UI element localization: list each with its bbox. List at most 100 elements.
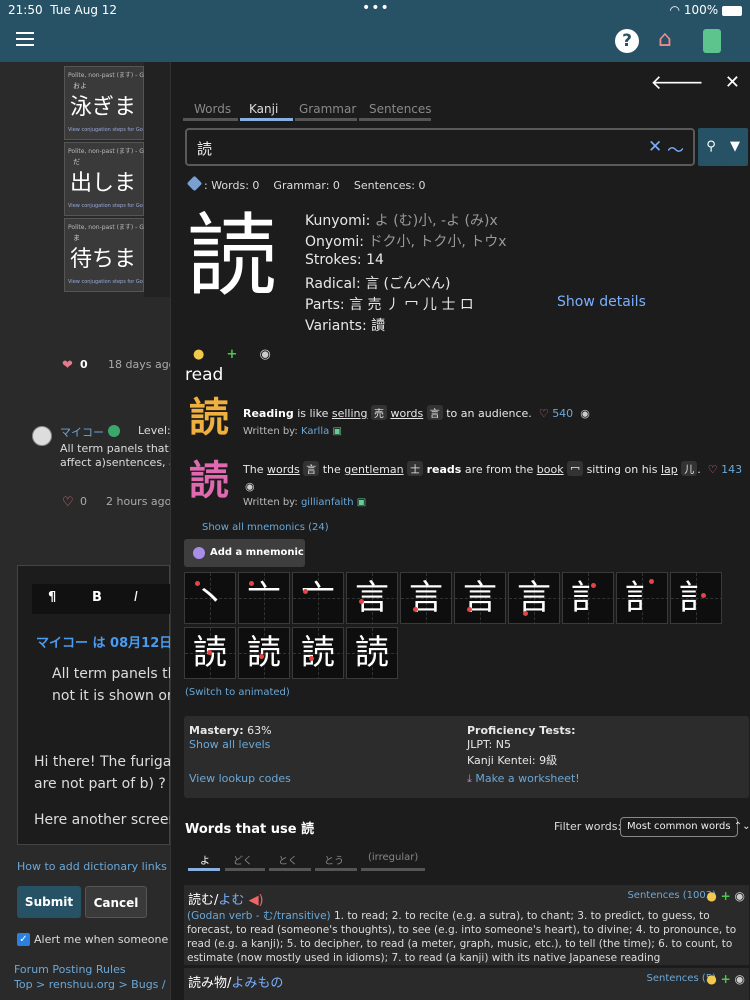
bold-icon[interactable]: B: [92, 590, 102, 605]
home-icon[interactable]: ⌂: [658, 29, 682, 53]
tab-grammar[interactable]: Grammar: [299, 102, 356, 116]
handwriting-icon[interactable]: 〜: [667, 136, 684, 161]
stroke-step: 丶: [184, 572, 236, 624]
editor-text: are not part of b) ?: [34, 776, 166, 792]
eye-icon[interactable]: ◉: [260, 347, 271, 362]
rules-link[interactable]: Forum Posting Rules: [14, 963, 126, 976]
editor-text: All term panels tha: [52, 666, 186, 682]
breadcrumb[interactable]: Top > renshuu.org > Bugs / Pro: [14, 978, 187, 991]
conjugation-thumb: Polite, non-past (ます) - Go およ 泳ぎま View c…: [64, 66, 144, 140]
show-details-link[interactable]: Show details: [557, 294, 646, 310]
search-icon: ⚲: [706, 139, 716, 154]
multitask-dots[interactable]: •••: [362, 0, 390, 16]
paragraph-icon[interactable]: ¶: [48, 590, 56, 605]
comment-text: affect a)sentences, an: [60, 456, 183, 469]
mnemonic-author: Written by: gillianfaith ▣: [243, 497, 367, 508]
stroke-step: 亠: [292, 572, 344, 624]
tab-underline: [183, 118, 238, 121]
avatar[interactable]: [32, 426, 52, 446]
entry-sentences-link[interactable]: Sentences (1003): [627, 890, 716, 901]
mastery-line: Mastery: 63%: [189, 724, 272, 737]
menu-icon[interactable]: [16, 32, 34, 46]
conjugation-thumb: Polite, non-past (ます) - Go だ 出しま View co…: [64, 142, 144, 216]
help-icon[interactable]: ?: [615, 29, 639, 53]
mnemonic-kanji: 読: [189, 458, 229, 504]
back-arrow-icon[interactable]: 🡐: [650, 70, 704, 94]
eye-icon[interactable]: ◉: [245, 480, 255, 493]
stroke-step: 言: [508, 572, 560, 624]
notebook-icon[interactable]: [703, 29, 721, 53]
search-input[interactable]: 読 ✕ 〜: [185, 128, 695, 166]
add-icon[interactable]: +: [226, 347, 237, 362]
close-icon[interactable]: ✕: [725, 72, 740, 93]
stroke-step: 言: [454, 572, 506, 624]
comment-text: All term panels that s: [60, 442, 179, 455]
entry-word: 読む/よむ ◀): [188, 893, 264, 908]
stroke-step: 読: [292, 627, 344, 679]
tab-underline: [269, 868, 311, 871]
entry-word: 読み物/よみもの: [188, 976, 284, 991]
jlpt-level: JLPT: N5: [467, 738, 511, 751]
reading-tab[interactable]: よ: [200, 852, 210, 867]
show-all-mnemonics-link[interactable]: Show all mnemonics (24): [202, 522, 329, 533]
tab-kanji[interactable]: Kanji: [249, 102, 278, 116]
words-section-title: Words that use 読: [185, 822, 315, 837]
worksheet-link[interactable]: ⤓ Make a worksheet!: [467, 772, 580, 786]
lightbulb-icon[interactable]: ●: [193, 347, 204, 362]
stroke-step: 読: [346, 627, 398, 679]
heart-icon[interactable]: ♡: [708, 463, 718, 476]
like-heart-icon[interactable]: ♡: [62, 495, 76, 510]
like-heart-icon[interactable]: ❤: [62, 358, 76, 373]
show-all-levels-link[interactable]: Show all levels: [189, 738, 270, 751]
search-button[interactable]: ⚲: [698, 128, 724, 166]
reading-tab[interactable]: (irregular): [368, 852, 418, 863]
how-to-link[interactable]: How to add dictionary links: [17, 860, 167, 873]
clear-icon[interactable]: ✕: [648, 137, 662, 157]
word-entry[interactable]: 読む/よむ ◀) Sentences (1003) ● + ◉ (Godan v…: [184, 885, 749, 965]
add-icon[interactable]: +: [721, 889, 731, 903]
tab-underline: [295, 118, 357, 121]
submit-button[interactable]: Submit: [17, 886, 81, 918]
eye-icon[interactable]: ◉: [735, 972, 745, 986]
reading-tab[interactable]: とう: [324, 852, 344, 867]
post-age: 18 days ago: [108, 358, 176, 371]
dictionary-panel: 🡐 ✕ Words Kanji Grammar Sentences 読 ✕ 〜 …: [170, 62, 750, 1000]
filter-select[interactable]: Most common words ⌃⌄: [620, 817, 750, 837]
speaker-icon[interactable]: ◀): [249, 893, 264, 908]
stroke-step: 亠: [238, 572, 290, 624]
mnemonic-text: The words 言 the gentleman 士 reads are fr…: [243, 461, 743, 476]
direction-icon: [186, 175, 203, 192]
tab-underline: [361, 868, 425, 871]
italic-icon[interactable]: I: [134, 590, 138, 605]
tab-words[interactable]: Words: [194, 102, 231, 116]
lightbulb-icon[interactable]: ●: [706, 972, 716, 986]
word-entry[interactable]: 読み物/よみもの Sentences (5) ● + ◉: [184, 968, 749, 1000]
commenter-name[interactable]: マイコー: [60, 424, 104, 440]
post-age: 2 hours ago: [106, 495, 172, 508]
reading-tab[interactable]: とく: [278, 852, 298, 867]
eye-icon[interactable]: ◉: [580, 407, 590, 420]
stroke-step: 訁: [670, 572, 722, 624]
stroke-step: 訁: [562, 572, 614, 624]
lightbulb-icon[interactable]: ●: [706, 889, 716, 903]
mastery-box: Mastery: 63% Show all levels View lookup…: [184, 716, 749, 798]
add-mnemonic-button[interactable]: Add a mnemonic: [184, 539, 305, 567]
filter-button[interactable]: ▼: [722, 128, 748, 166]
strokes-line: Strokes: 14: [305, 252, 384, 268]
switch-animated-link[interactable]: (Switch to animated): [185, 687, 290, 698]
reading-tab[interactable]: どく: [233, 852, 253, 867]
heart-icon[interactable]: ♡: [539, 407, 549, 420]
alert-checkbox[interactable]: ✓: [17, 933, 30, 946]
onyomi-line: Onyomi: ドク小, トク小, トウx: [305, 234, 507, 250]
cancel-button[interactable]: Cancel: [85, 886, 147, 918]
mnemonic-text: Reading is like selling 売 words 言 to an …: [243, 405, 590, 420]
add-icon[interactable]: +: [721, 972, 731, 986]
reply-editor[interactable]: ¶ B I マイコー は 08月12日 All term panels tha …: [17, 565, 186, 845]
mnemonic-kanji: 読: [189, 395, 229, 441]
level-label: Level:: [138, 424, 171, 437]
view-lookup-codes-link[interactable]: View lookup codes: [189, 772, 291, 785]
eye-icon[interactable]: ◉: [735, 889, 745, 903]
tab-sentences[interactable]: Sentences: [369, 102, 432, 116]
brain-icon: [193, 547, 205, 559]
stroke-step: 訁: [616, 572, 668, 624]
